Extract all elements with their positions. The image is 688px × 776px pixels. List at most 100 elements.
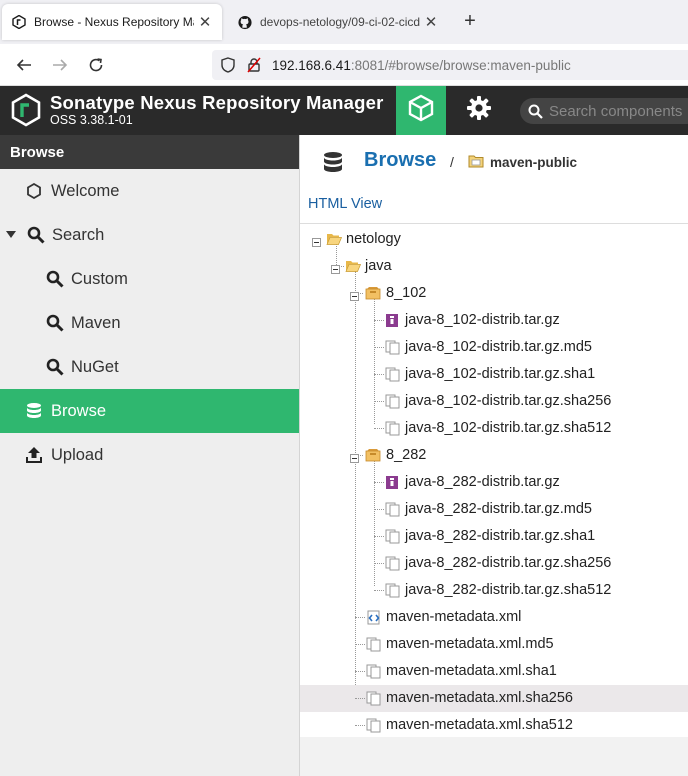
tab-close-icon[interactable]: ✕	[424, 13, 438, 31]
tree-row-asset[interactable]: java-8_102-distrib.tar.gz.md5	[300, 334, 688, 361]
tree-row-asset[interactable]: java-8_102-distrib.tar.gz.sha1	[300, 361, 688, 388]
tree-node-label: java-8_102-distrib.tar.gz	[405, 312, 560, 328]
tree-row-asset[interactable]: maven-metadata.xml.sha512	[300, 712, 688, 739]
collapse-toggle-icon[interactable]	[350, 289, 359, 301]
html-view-link[interactable]: HTML View	[308, 196, 382, 212]
admin-settings-button[interactable]	[454, 86, 504, 135]
tree-connector	[374, 482, 384, 483]
tree-row-asset[interactable]: java-8_282-distrib.tar.gz	[300, 469, 688, 496]
tree-row-asset[interactable]: java-8_102-distrib.tar.gz.sha512	[300, 415, 688, 442]
new-tab-button[interactable]: +	[458, 10, 482, 34]
file-icon	[385, 367, 401, 382]
tree-connector	[374, 536, 384, 537]
tree-connector	[374, 320, 384, 321]
sidebar-item-label: NuGet	[71, 357, 119, 376]
database-icon	[322, 151, 344, 180]
browse-mode-button[interactable]	[396, 86, 446, 135]
sidebar-item-nuget[interactable]: NuGet	[0, 345, 299, 389]
url-text: 192.168.6.41:8081/#browse/browse:maven-p…	[272, 57, 571, 73]
tree-node-label: 8_102	[386, 285, 427, 301]
tree-node-label: java-8_282-distrib.tar.gz.sha256	[405, 555, 612, 571]
sidebar-item-custom[interactable]: Custom	[0, 257, 299, 301]
component-box-icon	[365, 448, 381, 463]
tree-row-folder[interactable]: netology	[300, 226, 688, 253]
tree-node-label: java	[365, 258, 392, 274]
tree-node-label: java-8_282-distrib.tar.gz	[405, 474, 560, 490]
file-icon	[366, 637, 382, 652]
collapse-toggle-icon[interactable]	[312, 235, 321, 247]
sidebar-item-label: Custom	[71, 269, 128, 288]
insecure-lock-icon[interactable]	[244, 55, 264, 75]
browser-nav-bar: 192.168.6.41:8081/#browse/browse:maven-p…	[0, 44, 688, 86]
browser-tab-github[interactable]: devops-netology/09-ci-02-cicd ✕	[228, 4, 448, 40]
tree-row-asset[interactable]: maven-metadata.xml	[300, 604, 688, 631]
upload-icon	[24, 445, 44, 465]
sidebar-item-search[interactable]: Search	[0, 213, 299, 257]
sidebar-item-browse[interactable]: Browse	[0, 389, 299, 433]
sidebar-item-label: Welcome	[51, 181, 120, 200]
tree-row-component[interactable]: 8_282	[300, 442, 688, 469]
tree-row-asset[interactable]: java-8_102-distrib.tar.gz	[300, 307, 688, 334]
tree-connector	[374, 563, 384, 564]
file-icon	[385, 394, 401, 409]
tab-close-icon[interactable]: ✕	[198, 13, 212, 31]
folder-open-icon	[345, 259, 362, 274]
hexagon-icon	[24, 181, 44, 201]
address-bar[interactable]: 192.168.6.41:8081/#browse/browse:maven-p…	[212, 50, 688, 80]
tree-row-asset[interactable]: java-8_282-distrib.tar.gz.md5	[300, 496, 688, 523]
search-components-box[interactable]	[520, 98, 688, 124]
collapse-toggle-icon[interactable]	[331, 262, 340, 274]
tree-row-component[interactable]: 8_102	[300, 280, 688, 307]
sidebar: Browse Welcome Search Custom Maven NuGet	[0, 135, 300, 776]
sidebar-item-label: Browse	[51, 401, 107, 420]
tree-node-label: 8_282	[386, 447, 427, 463]
collapse-toggle-icon[interactable]	[350, 451, 359, 463]
tree-node-label: maven-metadata.xml.sha256	[386, 690, 573, 706]
magnifier-icon	[26, 225, 46, 245]
sonatype-logo-icon	[10, 93, 42, 127]
tree-row-asset[interactable]: java-8_282-distrib.tar.gz.sha256	[300, 550, 688, 577]
reload-icon[interactable]	[84, 53, 108, 77]
tree-node-label: maven-metadata.xml	[386, 609, 522, 625]
sidebar-item-label: Maven	[71, 313, 121, 332]
repository-icon	[468, 154, 484, 173]
search-components-input[interactable]	[549, 102, 688, 120]
browser-tab-nexus[interactable]: Browse - Nexus Repository Manager ✕	[2, 4, 222, 40]
forward-arrow-icon[interactable]	[48, 53, 72, 77]
file-icon	[366, 718, 382, 733]
tree-connector	[374, 374, 384, 375]
sidebar-item-upload[interactable]: Upload	[0, 433, 299, 477]
tree-row-asset[interactable]: maven-metadata.xml.sha1	[300, 658, 688, 685]
file-icon	[385, 502, 401, 517]
breadcrumb-root-link[interactable]: Browse	[364, 149, 436, 172]
tree-row-folder[interactable]: java	[300, 253, 688, 280]
file-icon	[385, 340, 401, 355]
magnifier-icon	[45, 357, 65, 377]
tree-node-label: java-8_102-distrib.tar.gz.sha256	[405, 393, 612, 409]
back-arrow-icon[interactable]	[12, 53, 36, 77]
tree-node-label: java-8_102-distrib.tar.gz.sha512	[405, 420, 612, 436]
tree-row-asset[interactable]: java-8_102-distrib.tar.gz.sha256	[300, 388, 688, 415]
magnifier-icon	[45, 313, 65, 333]
tree-node-label: java-8_282-distrib.tar.gz.sha1	[405, 528, 596, 544]
tab-title: Browse - Nexus Repository Manager	[34, 15, 194, 29]
tree-node-label: java-8_102-distrib.tar.gz.sha1	[405, 366, 596, 382]
tree-node-label: java-8_282-distrib.tar.gz.md5	[405, 501, 592, 517]
shield-icon[interactable]	[218, 55, 238, 75]
caret-down-icon[interactable]	[6, 225, 16, 245]
breadcrumb-separator: /	[450, 154, 454, 170]
tree-connector	[374, 509, 384, 510]
file-icon	[366, 664, 382, 679]
file-icon	[385, 421, 401, 436]
sidebar-item-label: Upload	[51, 445, 104, 464]
tree-row-asset[interactable]: maven-metadata.xml.md5	[300, 631, 688, 658]
sidebar-item-welcome[interactable]: Welcome	[0, 169, 299, 213]
tree-row-asset[interactable]: maven-metadata.xml.sha256	[300, 685, 688, 712]
magnifier-icon	[45, 269, 65, 289]
breadcrumb: Browse / maven-public	[300, 135, 688, 191]
tree-row-asset[interactable]: java-8_282-distrib.tar.gz.sha512	[300, 577, 688, 604]
tree-connector	[355, 617, 365, 618]
tree-row-asset[interactable]: java-8_282-distrib.tar.gz.sha1	[300, 523, 688, 550]
sidebar-item-maven[interactable]: Maven	[0, 301, 299, 345]
file-icon	[385, 556, 401, 571]
